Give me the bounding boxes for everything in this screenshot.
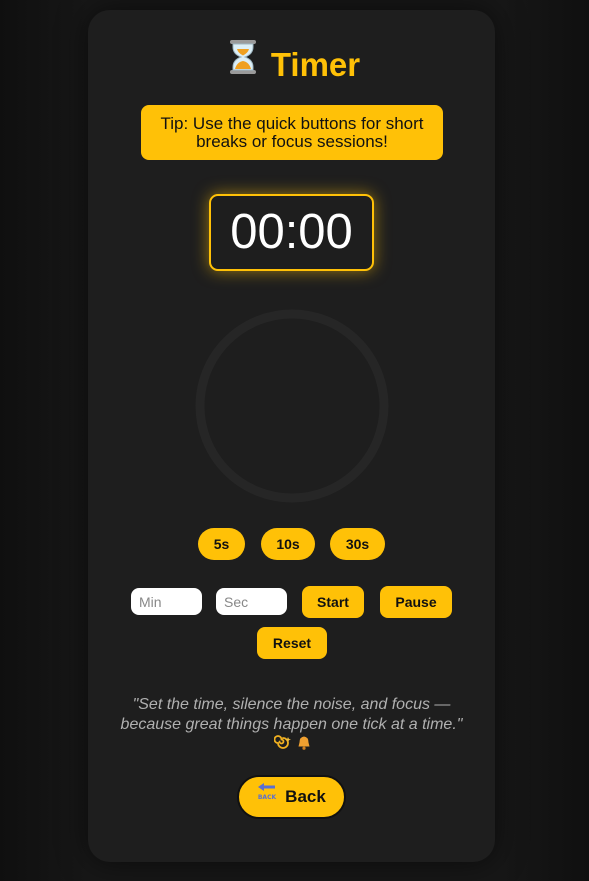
quick-30s-button[interactable]: 30s (330, 528, 385, 560)
back-label: Back (285, 787, 326, 806)
back-icon-caption: BACK (258, 794, 277, 801)
hourglass-icon (229, 40, 257, 86)
page-title: Timer (0, 40, 589, 90)
title-text: Timer (270, 46, 361, 83)
quote-text: "Set the time, silence the noise, and fo… (120, 696, 463, 733)
seconds-input[interactable] (216, 588, 287, 615)
pause-button[interactable]: Pause (380, 586, 452, 618)
back-button[interactable]: BACK Back (237, 775, 346, 819)
progress-ring-track (195, 309, 389, 503)
dizzy-icon (271, 735, 296, 753)
bell-icon (296, 736, 312, 753)
page: Timer Tip: Use the quick buttons for sho… (0, 0, 589, 881)
timer-display: 00:00 (209, 194, 374, 271)
motivational-quote: "Set the time, silence the noise, and fo… (120, 695, 463, 755)
reset-button[interactable]: Reset (257, 627, 327, 659)
minutes-input[interactable] (131, 588, 202, 615)
back-arrow-icon: BACK (257, 776, 277, 816)
quick-5s-button[interactable]: 5s (198, 528, 245, 560)
quick-10s-button[interactable]: 10s (261, 528, 315, 560)
progress-ring (195, 309, 389, 503)
tip-banner: Tip: Use the quick buttons for short bre… (141, 105, 443, 160)
start-button[interactable]: Start (302, 586, 364, 618)
